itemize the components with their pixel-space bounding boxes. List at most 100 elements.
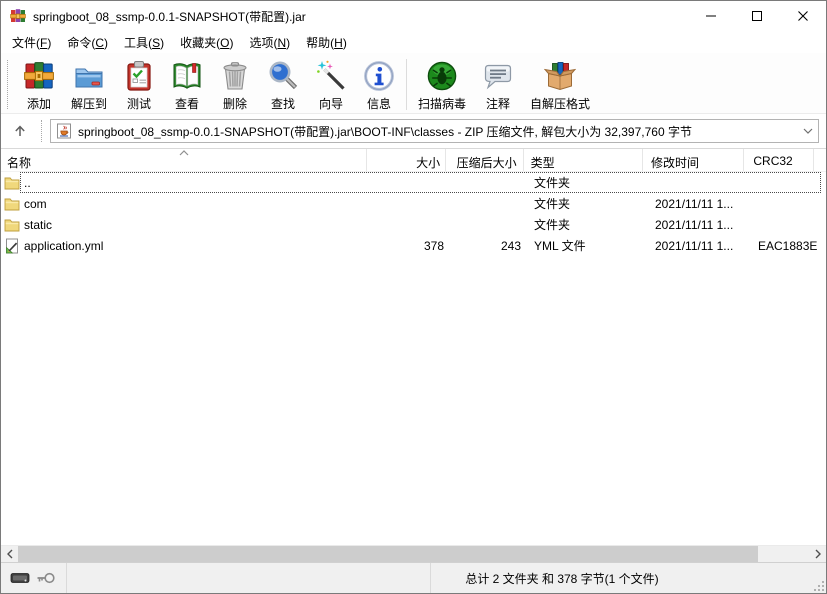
menu-item[interactable]: 文件(F) bbox=[4, 31, 59, 54]
toolbar-button-add[interactable]: 添加 bbox=[15, 56, 63, 113]
extract-icon bbox=[73, 60, 105, 92]
file-name: application.yml bbox=[24, 238, 104, 253]
column-header-modified[interactable]: 修改时间 bbox=[643, 149, 745, 171]
chevron-left-icon bbox=[7, 549, 13, 559]
toolbar-separator bbox=[406, 59, 408, 110]
toolbar-button-delete[interactable]: 删除 bbox=[211, 56, 259, 113]
column-header-type[interactable]: 类型 bbox=[524, 149, 643, 171]
addressbar-grip[interactable] bbox=[41, 120, 44, 142]
filelist-header: 名称 大小 压缩后大小 类型 修改时间 CRC32 bbox=[1, 149, 826, 172]
scroll-left-button[interactable] bbox=[1, 546, 18, 562]
toolbar-button-label: 信息 bbox=[367, 97, 392, 111]
folder-icon bbox=[4, 196, 20, 212]
toolbar-button-label: 扫描病毒 bbox=[418, 97, 467, 111]
file-type: YML 文件 bbox=[534, 239, 586, 253]
statusbar: 总计 2 文件夹 和 378 字节(1 个文件) bbox=[1, 562, 826, 593]
folder-icon bbox=[4, 175, 20, 191]
file-modified: 2021/11/11 1... bbox=[655, 238, 734, 253]
file-crc32: EAC1883E bbox=[758, 238, 818, 253]
add-icon bbox=[23, 60, 55, 92]
toolbar-button-wizard[interactable]: 向导 bbox=[307, 56, 355, 113]
key-icon[interactable] bbox=[36, 571, 56, 585]
toolbar-button-virus-scan[interactable]: 扫描病毒 bbox=[410, 56, 474, 113]
toolbar-button-info[interactable]: 信息 bbox=[355, 56, 403, 113]
toolbar: 添加 解压到 测试 查看 删除 查找 向导 信息 扫描病毒 注释 自解压格式 bbox=[1, 53, 826, 114]
maximize-icon bbox=[752, 11, 762, 21]
file-modified: 2021/11/11 1... bbox=[655, 196, 734, 211]
horizontal-scrollbar[interactable] bbox=[1, 545, 826, 562]
toolbar-button-label: 自解压格式 bbox=[530, 97, 591, 111]
titlebar[interactable]: springboot_08_ssmp-0.0.1-SNAPSHOT(带配置).j… bbox=[1, 1, 826, 31]
menu-item[interactable]: 命令(C) bbox=[59, 31, 116, 54]
toolbar-button-view[interactable]: 查看 bbox=[163, 56, 211, 113]
statusbar-total: 总计 2 文件夹 和 378 字节(1 个文件) bbox=[465, 571, 659, 586]
window-title: springboot_08_ssmp-0.0.1-SNAPSHOT(带配置).j… bbox=[33, 9, 306, 24]
virus-icon bbox=[426, 60, 458, 92]
chevron-down-icon bbox=[803, 128, 813, 134]
file-size: 378 bbox=[423, 238, 444, 253]
address-dropdown-button[interactable] bbox=[803, 128, 813, 134]
file-name: com bbox=[24, 196, 47, 211]
file-packed-size: 243 bbox=[500, 238, 521, 253]
address-combobox[interactable]: springboot_08_ssmp-0.0.1-SNAPSHOT(带配置).j… bbox=[50, 119, 819, 143]
toolbar-button-label: 测试 bbox=[127, 97, 152, 111]
toolbar-button-comment[interactable]: 注释 bbox=[474, 56, 522, 113]
file-type: 文件夹 bbox=[534, 218, 571, 232]
drive-icon[interactable] bbox=[10, 571, 30, 585]
column-header-crc32[interactable]: CRC32 bbox=[744, 149, 814, 171]
menu-item[interactable]: 选项(N) bbox=[241, 31, 298, 54]
table-row-com[interactable]: com 文件夹 2021/11/11 1... bbox=[1, 193, 826, 214]
maximize-button[interactable] bbox=[734, 1, 780, 31]
scrollbar-track[interactable] bbox=[758, 546, 809, 562]
menu-item[interactable]: 收藏夹(O) bbox=[172, 31, 241, 54]
table-row-static[interactable]: static 文件夹 2021/11/11 1... bbox=[1, 214, 826, 235]
toolbar-button-sfx[interactable]: 自解压格式 bbox=[522, 56, 598, 113]
toolbar-button-label: 添加 bbox=[26, 97, 51, 111]
toolbar-button-label: 查看 bbox=[175, 97, 200, 111]
minimize-icon bbox=[706, 11, 716, 21]
file-name: static bbox=[24, 217, 53, 232]
file-type: 文件夹 bbox=[534, 176, 571, 190]
resize-grip-icon[interactable] bbox=[812, 579, 825, 592]
info-icon bbox=[363, 60, 395, 92]
toolbar-button-label: 解压到 bbox=[71, 97, 108, 111]
statusbar-icons bbox=[1, 563, 67, 593]
wizard-icon bbox=[315, 60, 347, 92]
addressbar: springboot_08_ssmp-0.0.1-SNAPSHOT(带配置).j… bbox=[1, 114, 826, 149]
file-name: .. bbox=[24, 175, 31, 190]
yml-icon bbox=[4, 238, 20, 254]
test-icon bbox=[123, 60, 155, 92]
toolbar-button-label: 删除 bbox=[223, 97, 248, 111]
menu-item[interactable]: 帮助(H) bbox=[298, 31, 355, 54]
minimize-button[interactable] bbox=[688, 1, 734, 31]
file-modified: 2021/11/11 1... bbox=[655, 217, 734, 232]
toolbar-grip[interactable] bbox=[7, 60, 10, 109]
file-list: .. 文件夹 com 文件夹 2021/11/11 1... static 文件… bbox=[1, 172, 826, 545]
sfx-icon bbox=[544, 60, 576, 92]
table-row-..[interactable]: .. 文件夹 bbox=[1, 172, 826, 193]
folder-icon bbox=[4, 217, 20, 233]
close-button[interactable] bbox=[780, 1, 826, 31]
winrar-logo-icon bbox=[10, 8, 26, 24]
scroll-right-button[interactable] bbox=[809, 546, 826, 562]
toolbar-button-label: 注释 bbox=[486, 97, 511, 111]
file-type: 文件夹 bbox=[534, 197, 571, 211]
find-icon bbox=[267, 60, 299, 92]
column-header-size[interactable]: 大小 bbox=[367, 149, 447, 171]
table-row-application.yml[interactable]: application.yml 378 243 YML 文件 2021/11/1… bbox=[1, 235, 826, 256]
toolbar-button-find[interactable]: 查找 bbox=[259, 56, 307, 113]
toolbar-button-test[interactable]: 测试 bbox=[115, 56, 163, 113]
winrar-window: springboot_08_ssmp-0.0.1-SNAPSHOT(带配置).j… bbox=[0, 0, 827, 594]
jar-file-icon bbox=[56, 123, 72, 139]
column-header-packed[interactable]: 压缩后大小 bbox=[446, 149, 524, 171]
scrollbar-thumb[interactable] bbox=[18, 546, 758, 562]
menubar: 文件(F) 命令(C) 工具(S) 收藏夹(O) 选项(N) 帮助(H) bbox=[1, 31, 826, 53]
up-arrow-icon bbox=[12, 123, 28, 139]
toolbar-button-extract-to[interactable]: 解压到 bbox=[63, 56, 115, 113]
statusbar-right bbox=[693, 563, 826, 593]
window-controls bbox=[688, 1, 826, 31]
delete-icon bbox=[219, 60, 251, 92]
view-icon bbox=[171, 60, 203, 92]
up-button[interactable] bbox=[7, 118, 33, 144]
menu-item[interactable]: 工具(S) bbox=[116, 31, 172, 54]
